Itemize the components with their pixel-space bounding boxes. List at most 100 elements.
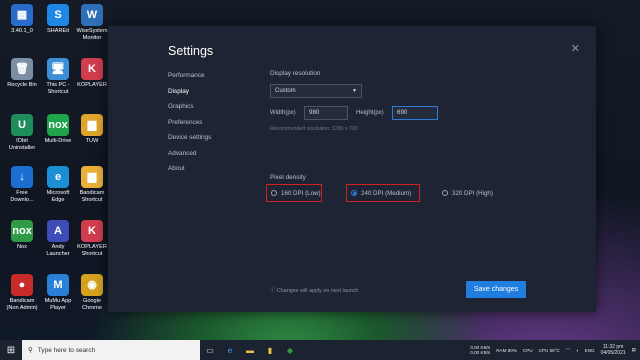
nav-about[interactable]: About [168, 165, 211, 181]
desktop-icon[interactable]: ● Bandicam (Non Admin) [4, 274, 40, 311]
height-input[interactable]: 690 [392, 106, 438, 120]
desktop-icon-label: This PC - Shortcut [46, 82, 70, 95]
desktop-icon[interactable]: U IObit Uninstaller [4, 114, 40, 151]
dpi-160-label: 160 DPI (Low) [281, 189, 321, 197]
radio-selected-icon [351, 190, 357, 196]
desktop-icon[interactable]: ↓ Free Downlo... [4, 166, 40, 203]
app-icon: nox [47, 114, 69, 136]
width-label: Width(px) [270, 110, 296, 116]
app-icon: e [47, 166, 69, 188]
app-icon: ↓ [11, 166, 33, 188]
nav-preferences[interactable]: Preferences [168, 119, 211, 135]
clock[interactable]: 11:32 pm 04/05/2021 [601, 344, 626, 356]
display-settings: Display resolution Custom ▼ Width(px) 98… [266, 70, 570, 202]
desktop-icon[interactable]: 🗑 Recycle Bin [4, 58, 40, 89]
info-icon: ⓘ [270, 288, 276, 294]
search-icon: ⚲ [28, 347, 33, 354]
app-icon[interactable]: ◆ [280, 340, 300, 360]
app-icon: K [81, 58, 103, 80]
desktop-icon-label: SHAREit [46, 28, 70, 34]
nav-device-settings[interactable]: Device settings [168, 134, 211, 150]
resolution-label: Display resolution [270, 70, 321, 77]
app-icon: 🖥 [47, 58, 69, 80]
taskbar-search[interactable]: ⚲ Type here to search [22, 340, 200, 360]
notification-icon[interactable]: ▤ [632, 347, 636, 353]
cpu-temp: CPU 56°C [538, 347, 560, 353]
window-title: Settings [168, 44, 214, 58]
desktop-icon[interactable]: A Andy Launcher [40, 220, 76, 257]
desktop-icon-label: Bandicam (Non Admin) [6, 298, 38, 311]
app-icon: W [81, 4, 103, 26]
app-icon: M [47, 274, 69, 296]
desktop-icon-label: Free Downlo... [10, 190, 34, 203]
app-icon: ◉ [81, 274, 103, 296]
desktop-icon[interactable]: nox Nox [4, 220, 40, 251]
net-down: 0.00 KB/s [470, 350, 491, 355]
desktop-icon[interactable]: S SHAREit [40, 4, 76, 35]
recommended-resolution: Recommended resolution: 1280 x 720 [270, 126, 358, 132]
save-changes-button[interactable]: Save changes [466, 281, 526, 298]
desktop-icon[interactable]: K KOPLAYER Shortcut [74, 220, 110, 257]
nav-display[interactable]: Display [168, 88, 211, 104]
nav-performance[interactable]: Performance [168, 72, 211, 88]
desktop-icon-label: KOPLAYER Shortcut [77, 244, 107, 257]
volume-icon[interactable]: ◖ [576, 348, 579, 353]
clock-date: 04/05/2021 [600, 350, 626, 356]
settings-nav: Performance Display Graphics Preferences… [168, 72, 211, 181]
desktop-icon-label: Bandicam Shortcut [79, 190, 105, 203]
desktop-icon[interactable]: ▆ TUW [74, 114, 110, 145]
folder-icon[interactable]: ▮ [260, 340, 280, 360]
width-input[interactable]: 980 [304, 106, 348, 120]
file-explorer-icon[interactable]: ▬ [240, 340, 260, 360]
dpi-240-option[interactable]: 240 DPI (Medium) [346, 184, 420, 202]
desktop-icon[interactable]: ◉ Google Chrome [74, 274, 110, 311]
resolution-dropdown[interactable]: Custom ▼ [270, 84, 362, 98]
app-icon: ▦ [11, 4, 33, 26]
app-icon: A [47, 220, 69, 242]
desktop-icon[interactable]: 🖥 This PC - Shortcut [40, 58, 76, 95]
apply-note: ⓘ Changes will apply on next launch [270, 286, 358, 294]
desktop-icon[interactable]: ▆ Bandicam Shortcut [74, 166, 110, 203]
desktop-icon[interactable]: e Microsoft Edge [40, 166, 76, 203]
desktop-icon-label: TUW [85, 138, 99, 144]
windows-start-icon[interactable]: ⊞ [0, 340, 22, 360]
apply-note-text: Changes will apply on next launch [276, 288, 359, 294]
cpu-label: CPU [522, 347, 533, 353]
desktop-icon[interactable]: M MuMu App Player [40, 274, 76, 311]
nav-advanced[interactable]: Advanced [168, 150, 211, 166]
radio-icon [271, 190, 277, 196]
chevron-down-icon: ▼ [352, 88, 357, 94]
task-view-icon[interactable]: ▭ [200, 340, 220, 360]
height-label: Height(px) [356, 110, 384, 116]
dpi-320-option[interactable]: 320 DPI (High) [438, 184, 502, 202]
language-indicator[interactable]: ENG [585, 348, 595, 353]
desktop-icon-label: IObit Uninstaller [8, 138, 36, 151]
desktop-icon[interactable]: ▦ 3.40.1_0 [4, 4, 40, 35]
desktop-icon[interactable]: K KOPLAYER [74, 58, 110, 89]
wifi-icon[interactable]: ◠ [566, 347, 570, 353]
close-icon[interactable]: ✕ [571, 42, 580, 55]
dpi-240-label: 240 DPI (Medium) [361, 189, 412, 197]
desktop-icon-label: Google Chrome [82, 298, 102, 311]
edge-icon[interactable]: e [220, 340, 240, 360]
desktop-icon-label: WiseSystem Monitor [76, 28, 108, 41]
desktop-icon-label: Nox [17, 244, 27, 250]
desktop-icon[interactable]: W WiseSystem Monitor [74, 4, 110, 41]
nav-graphics[interactable]: Graphics [168, 103, 211, 119]
app-icon: K [81, 220, 103, 242]
resolution-value: Custom [275, 88, 296, 94]
system-tray: 0.00 KB/s 0.00 KB/s RAM 80% CPU CPU 56°C… [470, 340, 640, 360]
desktop-icon-label: Andy Launcher [46, 244, 70, 257]
net-speed: 0.00 KB/s 0.00 KB/s [470, 345, 490, 355]
pixel-density-label: Pixel density [270, 174, 306, 181]
desktop-icon-label: KOPLAYER [77, 82, 107, 88]
app-icon: U [11, 114, 33, 136]
dpi-160-option[interactable]: 160 DPI (Low) [266, 184, 322, 202]
desktop-icon-label: Recycle Bin [7, 82, 37, 88]
taskbar: ⊞ ⚲ Type here to search ▭ e ▬ ▮ ◆ 0.00 K… [0, 340, 640, 360]
app-icon: S [47, 4, 69, 26]
app-icon: ▆ [81, 114, 103, 136]
app-icon: ▆ [81, 166, 103, 188]
desktop-icon-label: Microsoft Edge [46, 190, 70, 203]
desktop-icon[interactable]: nox Multi-Drive [40, 114, 76, 145]
